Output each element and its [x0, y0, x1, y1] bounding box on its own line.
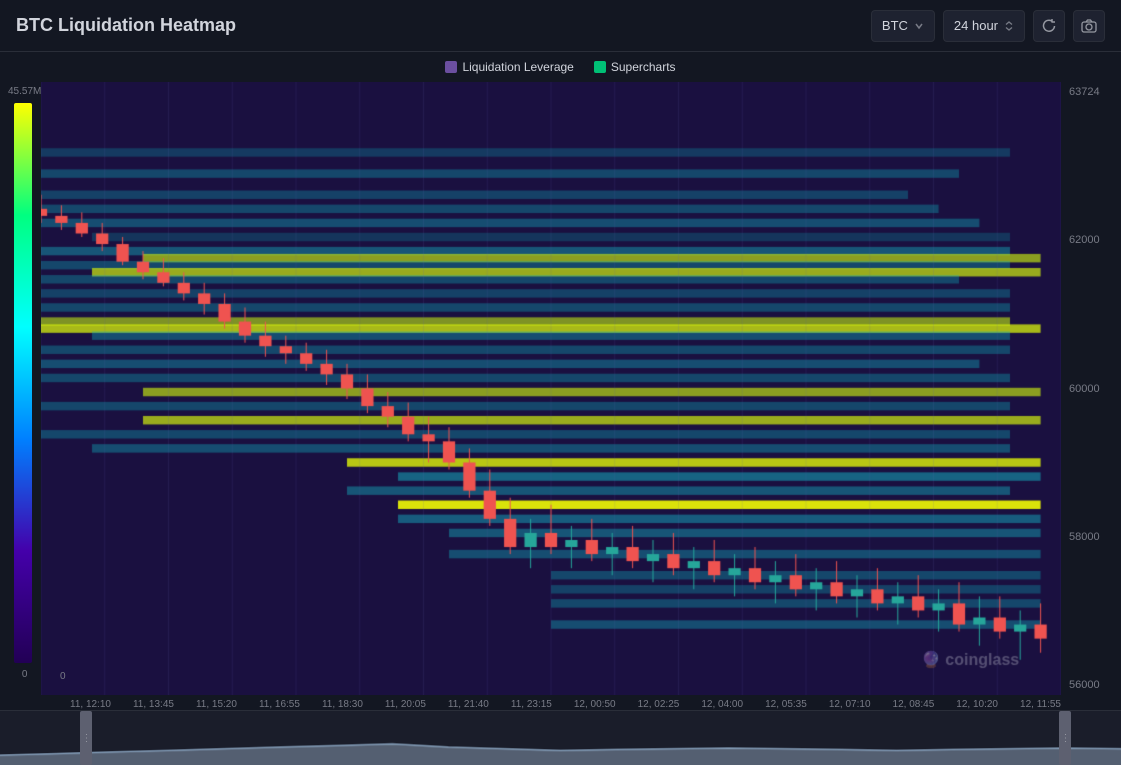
x-label-7: 11, 23:15 — [511, 699, 552, 710]
refresh-button[interactable] — [1033, 10, 1065, 42]
camera-icon — [1081, 18, 1097, 34]
minimap-canvas — [0, 711, 1121, 765]
x-label-5: 11, 20:05 — [385, 699, 426, 710]
minimap[interactable]: ⋮ ⋮ — [0, 710, 1121, 765]
y-axis-right: 63724 62000 60000 58000 56000 — [1061, 82, 1121, 695]
x-label-1: 11, 13:45 — [133, 699, 174, 710]
y-axis-min-label: 0 — [22, 669, 28, 680]
minimap-handle-left[interactable]: ⋮ — [80, 711, 92, 765]
x-label-9: 12, 02:25 — [638, 699, 680, 710]
asset-value: BTC — [882, 18, 908, 33]
y-label-63724: 63724 — [1069, 86, 1100, 98]
page-title: BTC Liquidation Heatmap — [16, 15, 871, 36]
controls: BTC 24 hour — [871, 10, 1105, 42]
y-label-60000: 60000 — [1069, 383, 1100, 395]
legend: Liquidation Leverage Supercharts — [0, 52, 1121, 82]
y-axis-max-label: 45.57M — [8, 86, 41, 97]
x-label-2: 11, 15:20 — [196, 699, 237, 710]
x-label-12: 12, 07:10 — [829, 699, 871, 710]
handle-dots-right: ⋮ — [1061, 733, 1070, 744]
color-scale-bar — [14, 103, 32, 663]
y-label-62000: 62000 — [1069, 234, 1100, 246]
x-label-0: 11, 12:10 — [70, 699, 111, 710]
legend-dot-liquidation — [445, 61, 457, 73]
heatmap-canvas — [41, 82, 1061, 695]
chart-area: Liquidation Leverage Supercharts 45.57M … — [0, 52, 1121, 765]
x-axis-container: 0 11, 12:10 11, 13:45 11, 15:20 11, 16:5… — [0, 695, 1121, 710]
x-label-11: 12, 05:35 — [765, 699, 807, 710]
refresh-icon — [1041, 18, 1057, 34]
timeframe-value: 24 hour — [954, 18, 998, 33]
legend-item-supercharts: Supercharts — [594, 60, 676, 74]
x-label-3: 11, 16:55 — [259, 699, 300, 710]
y-label-58000: 58000 — [1069, 531, 1100, 543]
x-axis-zero: 0 — [60, 671, 66, 682]
handle-dots-left: ⋮ — [82, 733, 91, 744]
header: BTC Liquidation Heatmap BTC 24 hour — [0, 0, 1121, 52]
legend-item-liquidation: Liquidation Leverage — [445, 60, 573, 74]
app-root: BTC Liquidation Heatmap BTC 24 hour — [0, 0, 1121, 765]
x-label-14: 12, 10:20 — [956, 699, 998, 710]
main-chart-container: 45.57M 0 63724 62000 60000 58000 56000 — [0, 82, 1121, 695]
x-label-13: 12, 08:45 — [893, 699, 935, 710]
legend-label-supercharts: Supercharts — [611, 60, 676, 74]
y-label-56000: 56000 — [1069, 679, 1100, 691]
screenshot-button[interactable] — [1073, 10, 1105, 42]
legend-dot-supercharts — [594, 61, 606, 73]
x-label-8: 12, 00:50 — [574, 699, 616, 710]
legend-label-liquidation: Liquidation Leverage — [462, 60, 573, 74]
x-label-15: 12, 11:55 — [1020, 699, 1061, 710]
heatmap-chart[interactable] — [41, 82, 1061, 695]
minimap-handle-right[interactable]: ⋮ — [1059, 711, 1071, 765]
chevron-down-icon — [914, 21, 924, 31]
x-axis: 11, 12:10 11, 13:45 11, 15:20 11, 16:55 … — [0, 695, 1121, 710]
asset-dropdown[interactable]: BTC — [871, 10, 935, 42]
x-label-6: 11, 21:40 — [448, 699, 489, 710]
left-panel: 45.57M 0 — [0, 82, 41, 695]
x-label-10: 12, 04:00 — [701, 699, 743, 710]
timeframe-dropdown[interactable]: 24 hour — [943, 10, 1025, 42]
chevron-updown-icon — [1004, 21, 1014, 31]
x-label-4: 11, 18:30 — [322, 699, 363, 710]
